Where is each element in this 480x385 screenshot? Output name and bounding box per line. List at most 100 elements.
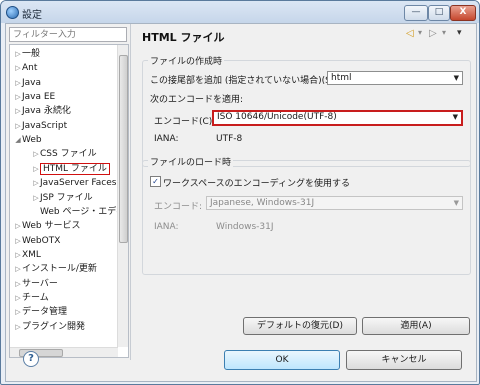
forward-menu-icon[interactable]: ▾ <box>442 28 446 37</box>
tree-item-label: JavaServer Faces <box>40 178 117 189</box>
preference-tree: ▷一般 ▷Ant ▷Java ▷Java EE ▷Java 永続化 ▷JavaScript… <box>9 44 129 358</box>
collapsed-triangle-icon[interactable]: ▷ <box>14 305 22 319</box>
collapsed-triangle-icon[interactable]: ▷ <box>14 291 22 305</box>
loading-iana-label: IANA: <box>154 222 179 232</box>
window-title: 設定 <box>22 10 42 21</box>
tree-item-label: HTML ファイル <box>40 162 110 175</box>
tree-item[interactable]: ▷Java 永続化 <box>14 104 71 118</box>
collapsed-triangle-icon[interactable]: ▷ <box>32 162 40 176</box>
expanded-triangle-icon[interactable]: ◢ <box>14 133 22 147</box>
creation-iana-value: UTF-8 <box>216 134 243 144</box>
creation-encoding-combo[interactable]: ISO 10646/Unicode(UTF-8) ▼ <box>212 110 463 126</box>
creation-encoding-label: エンコード(C): <box>154 117 216 127</box>
apply-button[interactable]: 適用(A) <box>362 317 470 335</box>
collapsed-triangle-icon[interactable]: ▷ <box>14 104 22 118</box>
loading-encoding-combo: Japanese, Windows-31J ▼ <box>206 196 463 210</box>
tree-item[interactable]: ▷JavaServer Faces <box>32 176 116 190</box>
collapsed-triangle-icon[interactable]: ▷ <box>32 176 40 190</box>
collapsed-triangle-icon[interactable]: ▷ <box>14 262 22 276</box>
dialog-client-area: ▷一般▷Ant▷Java▷Java EE▷Java 永続化▷JavaScript… <box>5 23 477 382</box>
back-menu-icon[interactable]: ▾ <box>418 28 422 37</box>
tree-item-label: Java 永続化 <box>22 106 71 117</box>
tree-item-label: WebOTX <box>22 235 61 246</box>
collapsed-triangle-icon[interactable]: ▷ <box>14 248 22 262</box>
tree-item-label: プラグイン開発 <box>22 321 86 332</box>
tree-item-label: インストール/更新 <box>22 264 97 275</box>
close-button[interactable]: X <box>450 5 476 21</box>
tree-item-label: Ant <box>22 63 38 74</box>
workspace-encoding-checkbox[interactable]: ✓ <box>150 176 161 187</box>
suffix-value: html <box>331 73 352 83</box>
tree-item[interactable]: ▷Java <box>14 76 41 90</box>
tree-item[interactable]: ◢Web <box>14 133 42 147</box>
collapsed-triangle-icon[interactable]: ▷ <box>14 320 22 334</box>
tree-item[interactable]: ▷データ管理 <box>14 305 67 319</box>
tree-item[interactable]: ▷プラグイン開発 <box>14 320 85 334</box>
eclipse-icon <box>6 6 19 19</box>
help-icon[interactable]: ? <box>23 351 39 367</box>
collapsed-triangle-icon[interactable]: ▷ <box>14 47 22 61</box>
restore-defaults-button[interactable]: デフォルトの復元(D) <box>243 317 357 335</box>
loading-encoding-value: Japanese, Windows-31J <box>210 198 315 208</box>
collapsed-triangle-icon[interactable]: ▷ <box>14 61 22 75</box>
tree-item[interactable]: ▷ HTML ファイル <box>32 162 110 176</box>
tree-item[interactable]: ▷XML <box>14 248 41 262</box>
creation-encoding-value: ISO 10646/Unicode(UTF-8) <box>217 112 337 122</box>
tree-item[interactable]: ▷WebOTX <box>14 234 60 248</box>
tree-item-label: JSP ファイル <box>40 192 93 203</box>
collapsed-triangle-icon[interactable]: ▷ <box>14 119 22 133</box>
tree-item-label: XML <box>22 249 41 260</box>
tree-item[interactable]: ▷Ant <box>14 61 37 75</box>
workspace-encoding-label[interactable]: ワークスペースのエンコーディングを使用する <box>163 176 350 189</box>
tree-item-label: Web <box>22 135 42 146</box>
collapsed-triangle-icon[interactable]: ▷ <box>14 234 22 248</box>
cancel-button[interactable]: キャンセル <box>346 350 462 370</box>
panel-divider[interactable] <box>130 24 131 360</box>
tree-item[interactable]: ▷JSP ファイル <box>32 191 93 205</box>
dropdown-arrow-icon: ▼ <box>453 199 459 207</box>
collapsed-triangle-icon[interactable]: ▷ <box>32 147 40 161</box>
collapsed-triangle-icon[interactable]: ▷ <box>14 219 22 233</box>
collapsed-triangle-icon[interactable]: ▷ <box>32 191 40 205</box>
collapsed-triangle-icon[interactable]: ▷ <box>14 277 22 291</box>
tree-item-label: 一般 <box>22 49 41 59</box>
tree-item[interactable]: ▷Web サービス <box>14 219 80 233</box>
collapsed-triangle-icon[interactable]: ▷ <box>14 76 22 90</box>
filter-input[interactable] <box>9 27 127 42</box>
tree-item[interactable]: ▷JavaScript <box>14 119 67 133</box>
loading-encoding-label: エンコード: <box>154 202 203 212</box>
dropdown-arrow-icon: ▼ <box>453 74 459 82</box>
tree-vertical-scrollbar[interactable] <box>117 45 128 347</box>
suffix-label: この接尾部を追加 (指定されていない場合)(S): <box>150 76 338 86</box>
tree-item[interactable]: ▷チーム <box>14 291 48 305</box>
maximize-button[interactable]: □ <box>428 5 450 21</box>
tree-item-label: CSS ファイル <box>40 149 97 160</box>
tree-item-label: データ管理 <box>22 307 68 318</box>
forward-arrow-icon[interactable]: ▷ <box>429 28 437 39</box>
tree-item-label: Java EE <box>22 92 56 103</box>
loading-iana-value: Windows-31J <box>216 222 274 232</box>
tree-item-label: Web ページ・エディ <box>40 206 125 217</box>
tree-item[interactable]: ▷一般 <box>14 47 40 61</box>
tree-item[interactable]: ▷インストール/更新 <box>14 262 97 276</box>
view-menu-icon[interactable]: ▾ <box>457 28 462 38</box>
title-bar: 設定 — □ X <box>1 1 479 23</box>
minimize-button[interactable]: — <box>404 5 428 21</box>
ok-button[interactable]: OK <box>224 350 340 370</box>
tree-item[interactable]: ▷サーバー <box>14 277 58 291</box>
tree-item[interactable]: ▷CSS ファイル <box>32 147 97 161</box>
encoding-apply-label: 次のエンコードを適用: <box>150 95 244 105</box>
suffix-combo[interactable]: html ▼ <box>327 71 463 85</box>
tree-item[interactable]: ▷Java EE <box>14 90 55 104</box>
back-arrow-icon[interactable]: ◁ <box>406 28 414 39</box>
tree-item-label: Java <box>22 77 42 88</box>
file-creation-group-title: ファイルの作成時 <box>148 54 225 67</box>
tree-item[interactable]: Web ページ・エディ <box>32 205 125 219</box>
file-loading-group-title: ファイルのロード時 <box>148 155 234 168</box>
dropdown-arrow-icon: ▼ <box>452 113 458 121</box>
preferences-window: 設定 — □ X ▷一般▷Ant▷Java▷Java EE▷Java 永続化▷J… <box>0 0 480 385</box>
collapsed-triangle-icon[interactable]: ▷ <box>14 90 22 104</box>
tree-item-label: サーバー <box>22 278 58 289</box>
tree-item-label: JavaScript <box>22 120 68 131</box>
vertical-scroll-thumb[interactable] <box>119 55 128 243</box>
